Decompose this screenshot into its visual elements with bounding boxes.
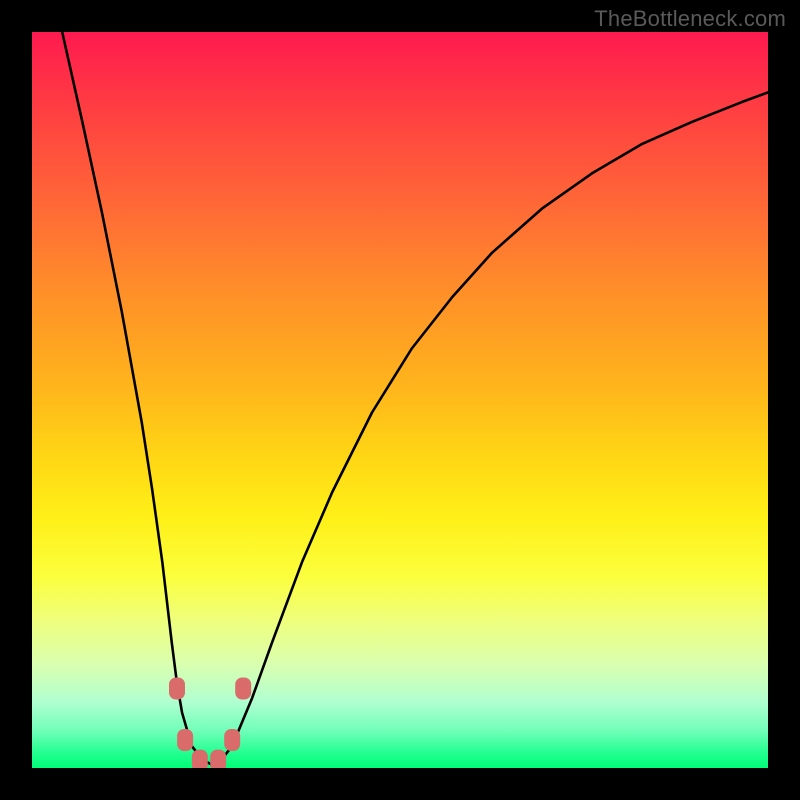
chart-svg (32, 32, 768, 768)
bead-marker (224, 729, 240, 751)
bead-marker (210, 750, 226, 768)
bead-marker (192, 750, 208, 768)
bottleneck-curve (62, 32, 768, 765)
bead-group (169, 678, 251, 769)
chart-frame: TheBottleneck.com (0, 0, 800, 800)
bead-marker (235, 678, 251, 700)
plot-area (32, 32, 768, 768)
watermark-text: TheBottleneck.com (594, 6, 786, 32)
bead-marker (169, 678, 185, 700)
bead-marker (177, 729, 193, 751)
